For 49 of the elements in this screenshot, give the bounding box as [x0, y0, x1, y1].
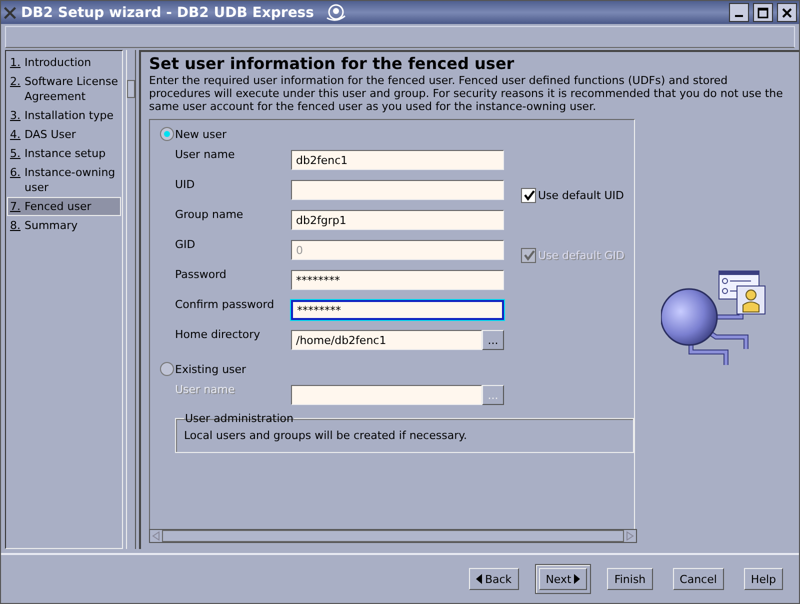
- step-item[interactable]: 1. Introduction: [7, 53, 121, 72]
- step-item[interactable]: 8. Summary: [7, 216, 121, 235]
- input-field[interactable]: [291, 180, 504, 200]
- field-label: User name: [175, 383, 236, 396]
- wizard-button[interactable]: Finish: [607, 568, 653, 590]
- browse-button[interactable]: ...: [482, 330, 504, 350]
- input-field[interactable]: db2fenc1: [291, 150, 504, 170]
- checkbox-label[interactable]: Use default UID: [538, 188, 624, 202]
- close-icon: [781, 6, 793, 18]
- input-field[interactable]: ********: [291, 270, 504, 290]
- step-item[interactable]: 6. Instance-owning user: [7, 163, 121, 197]
- panel-title: User administration: [184, 412, 294, 425]
- checkbox[interactable]: [521, 188, 536, 202]
- left-triangle-icon: [476, 574, 482, 584]
- wizard-button[interactable]: Back: [468, 568, 519, 590]
- maximize-button[interactable]: [753, 3, 773, 22]
- step-item[interactable]: 3. Installation type: [7, 106, 121, 125]
- field-label: Password: [175, 268, 228, 281]
- step-item[interactable]: 5. Instance setup: [7, 144, 121, 163]
- window-title: DB2 Setup wizard - DB2 UDB Express: [21, 4, 314, 20]
- field-label: UID: [175, 178, 196, 191]
- radio-button[interactable]: [160, 362, 174, 376]
- right-triangle-icon: [574, 574, 580, 584]
- step-item[interactable]: 4. DAS User: [7, 125, 121, 144]
- wizard-button[interactable]: Help: [744, 568, 783, 590]
- page-description: Enter the required user information for the fenced user. Fenced user defined functions (UDFs) and stored procedures will execute under this user and group. For security reasons it is recommended that you do not use the same user account for the fenced user as you used for the instance-owning user.: [149, 74, 784, 113]
- radio-label[interactable]: New user: [175, 128, 226, 140]
- radio-button[interactable]: [160, 127, 174, 141]
- radio-label[interactable]: Existing user: [175, 362, 246, 376]
- minimize-button[interactable]: [729, 3, 749, 22]
- step-item[interactable]: 7. Fenced user: [7, 197, 121, 216]
- vertical-scrollbar[interactable]: [126, 50, 136, 549]
- close-button[interactable]: [777, 3, 797, 22]
- wizard-button[interactable]: Cancel: [672, 568, 724, 590]
- input-field[interactable]: ********: [291, 300, 504, 320]
- field-label: Group name: [175, 208, 244, 221]
- field-label: User name: [175, 148, 236, 161]
- step-item[interactable]: 2. Software License Agreement: [7, 72, 121, 106]
- maximize-icon: [757, 6, 769, 18]
- field-label: Home directory: [175, 328, 262, 341]
- minimize-icon: [735, 15, 743, 17]
- wizard-button[interactable]: Next: [538, 568, 588, 590]
- field-label: GID: [175, 238, 196, 251]
- input-field[interactable]: /home/db2fenc1: [291, 330, 482, 350]
- x-logo-icon: [3, 6, 17, 20]
- page-heading: Set user information for the fenced user: [149, 54, 516, 74]
- input-field[interactable]: db2fgrp1: [291, 210, 504, 230]
- info-text: Local users and groups will be created if necessary.: [184, 429, 468, 442]
- field-label: Confirm password: [175, 298, 276, 311]
